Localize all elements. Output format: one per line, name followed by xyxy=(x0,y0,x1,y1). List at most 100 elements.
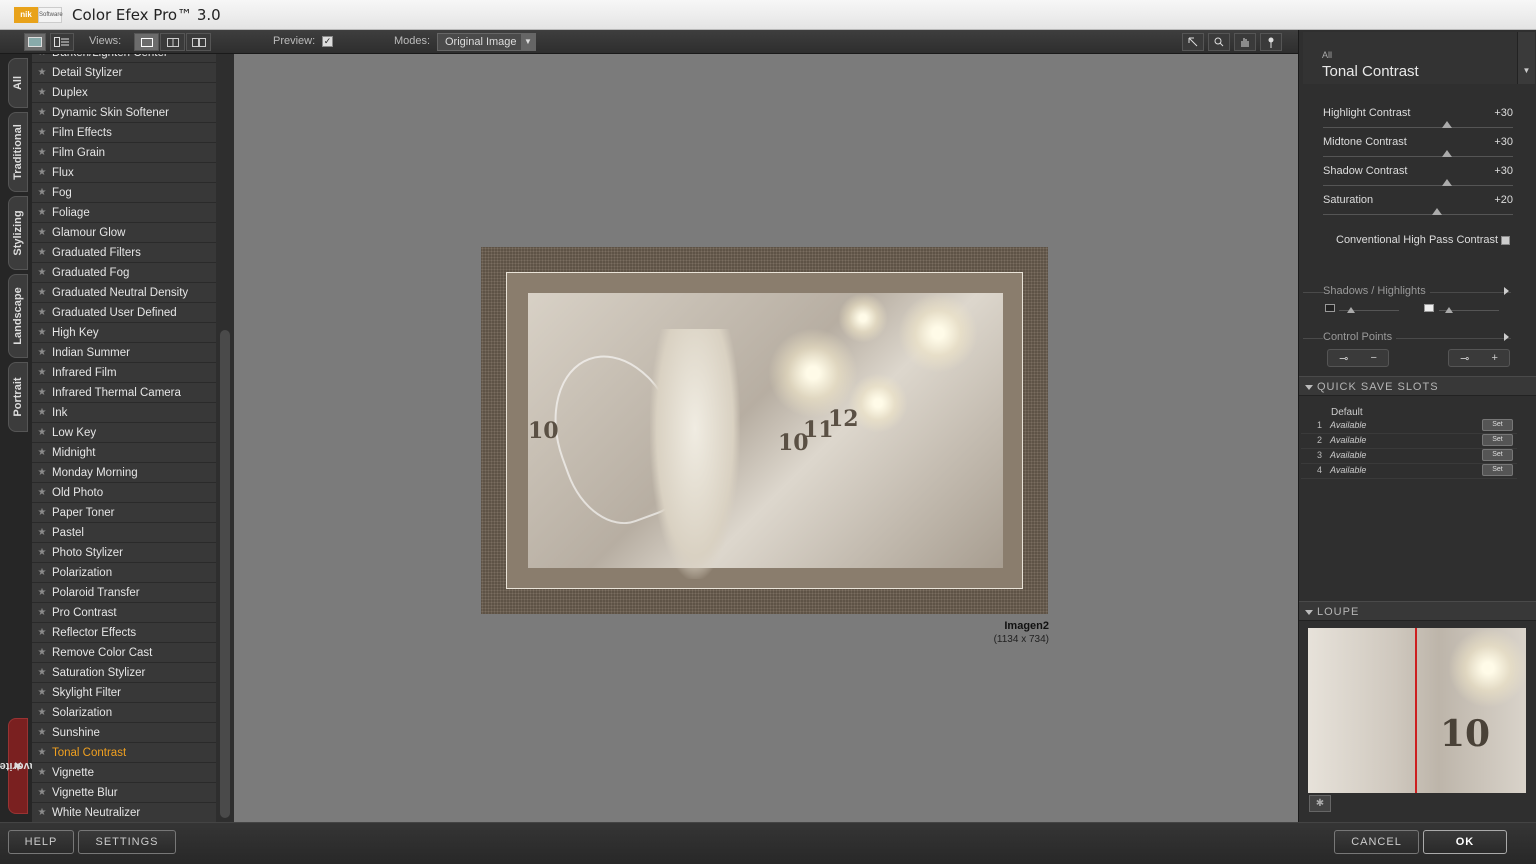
slider-midtone-contrast[interactable]: Midtone Contrast +30 xyxy=(1323,136,1513,164)
filter-item[interactable]: ★ Pro Contrast xyxy=(32,603,216,623)
favorite-star-icon[interactable]: ★ xyxy=(32,727,52,738)
favorite-star-icon[interactable]: ★ xyxy=(32,307,52,318)
favorite-star-icon[interactable]: ★ xyxy=(32,227,52,238)
filter-item[interactable]: ★ Old Photo xyxy=(32,483,216,503)
view-split-button[interactable] xyxy=(160,33,185,51)
slider-shadow-contrast[interactable]: Shadow Contrast +30 xyxy=(1323,165,1513,193)
preview-canvas[interactable]: 10 10 11 12 Imagen2 (1134 x 734) xyxy=(234,54,1298,822)
favorite-star-icon[interactable]: ★ xyxy=(32,587,52,598)
favorite-star-icon[interactable]: ★ xyxy=(32,547,52,558)
favorite-star-icon[interactable]: ★ xyxy=(32,54,52,58)
slider-saturation[interactable]: Saturation +20 xyxy=(1323,194,1513,222)
filter-list-scrollbar[interactable] xyxy=(216,54,234,822)
favorite-star-icon[interactable]: ★ xyxy=(32,507,52,518)
filter-item[interactable]: ★ Detail Stylizer xyxy=(32,63,216,83)
settings-button[interactable]: SETTINGS xyxy=(78,830,176,854)
slider-handle[interactable] xyxy=(1432,208,1442,215)
tab-landscape[interactable]: Landscape xyxy=(8,274,28,358)
filter-item[interactable]: ★ Vignette Blur xyxy=(32,783,216,803)
slider-highlight-contrast[interactable]: Highlight Contrast +30 xyxy=(1323,107,1513,135)
favorite-star-icon[interactable]: ★ xyxy=(32,387,52,398)
favorite-star-icon[interactable]: ★ xyxy=(32,67,52,78)
filter-item[interactable]: ★ Remove Color Cast xyxy=(32,643,216,663)
pointer-tool-button[interactable] xyxy=(1182,33,1204,51)
filter-item[interactable]: ★ Polaroid Transfer xyxy=(32,583,216,603)
slider-track[interactable] xyxy=(1323,214,1513,215)
filter-item[interactable]: ★ Photo Stylizer xyxy=(32,543,216,563)
filter-item[interactable]: ★Darken/Lighten Center xyxy=(32,54,216,63)
quick-save-header[interactable]: QUICK SAVE SLOTS xyxy=(1299,376,1536,396)
filter-item[interactable]: ★ Foliage xyxy=(32,203,216,223)
expand-arrow-icon[interactable] xyxy=(1504,287,1509,295)
filter-item[interactable]: ★ Skylight Filter xyxy=(32,683,216,703)
slider-track[interactable] xyxy=(1323,185,1513,186)
filter-item[interactable]: ★ Saturation Stylizer xyxy=(32,663,216,683)
favorite-star-icon[interactable]: ★ xyxy=(32,87,52,98)
expand-arrow-icon[interactable] xyxy=(1504,333,1509,341)
favorite-star-icon[interactable]: ★ xyxy=(32,567,52,578)
view-side-by-side-button[interactable] xyxy=(186,33,211,51)
filter-item[interactable]: ★ Graduated Neutral Density xyxy=(32,283,216,303)
favorite-star-icon[interactable]: ★ xyxy=(32,447,52,458)
filter-item[interactable]: ★ Pastel xyxy=(32,523,216,543)
slider-handle[interactable] xyxy=(1441,121,1452,128)
slot-set-button[interactable]: Set xyxy=(1482,434,1513,446)
slider-handle[interactable] xyxy=(1441,179,1452,186)
quick-save-slot[interactable]: 3 Available Set xyxy=(1301,449,1517,464)
filter-item[interactable]: ★ Infrared Film xyxy=(32,363,216,383)
tab-traditional[interactable]: Traditional xyxy=(8,112,28,192)
favorite-star-icon[interactable]: ★ xyxy=(32,787,52,798)
favorite-star-icon[interactable]: ★ xyxy=(32,107,52,118)
filter-item[interactable]: ★ Graduated Fog xyxy=(32,263,216,283)
favorite-star-icon[interactable]: ★ xyxy=(32,127,52,138)
help-button[interactable]: HELP xyxy=(8,830,74,854)
filter-item[interactable]: ★ Indian Summer xyxy=(32,343,216,363)
filter-item[interactable]: ★ Film Effects xyxy=(32,123,216,143)
slot-set-button[interactable]: Set xyxy=(1482,419,1513,431)
favorite-star-icon[interactable]: ★ xyxy=(32,407,52,418)
modes-dropdown[interactable]: Original Image ▼ xyxy=(437,33,536,51)
filter-item[interactable]: ★ Polarization xyxy=(32,563,216,583)
slider-track[interactable] xyxy=(1323,127,1513,128)
ok-button[interactable]: OK xyxy=(1423,830,1507,854)
highlights-handle[interactable] xyxy=(1445,307,1453,313)
loupe-view[interactable]: 10 xyxy=(1308,628,1526,793)
favorite-star-icon[interactable]: ★ xyxy=(32,187,52,198)
loupe-header[interactable]: LOUPE xyxy=(1299,601,1536,621)
slot-set-button[interactable]: Set xyxy=(1482,449,1513,461)
favorite-star-icon[interactable]: ★ xyxy=(32,607,52,618)
favorite-star-icon[interactable]: ★ xyxy=(32,207,52,218)
favorite-star-icon[interactable]: ★ xyxy=(32,347,52,358)
filter-item[interactable]: ★ Film Grain xyxy=(32,143,216,163)
favorite-star-icon[interactable]: ★ xyxy=(32,487,52,498)
filter-item[interactable]: ★ Ink xyxy=(32,403,216,423)
filter-item[interactable]: ★ Low Key xyxy=(32,423,216,443)
tab-favorites[interactable]: ★ Favorites xyxy=(0,718,42,814)
filter-item[interactable]: ★ Tonal Contrast xyxy=(32,743,216,763)
favorite-star-icon[interactable]: ★ xyxy=(32,287,52,298)
quick-save-slot[interactable]: 2 Available Set xyxy=(1301,434,1517,449)
filter-item[interactable]: ★ Dynamic Skin Softener xyxy=(32,103,216,123)
tab-all[interactable]: All xyxy=(8,58,28,108)
view-single-button[interactable] xyxy=(134,33,159,51)
favorite-star-icon[interactable]: ★ xyxy=(32,687,52,698)
hand-tool-button[interactable] xyxy=(1234,33,1256,51)
zoom-tool-button[interactable] xyxy=(1208,33,1230,51)
favorite-star-icon[interactable]: ★ xyxy=(32,167,52,178)
filter-item[interactable]: ★ Fog xyxy=(32,183,216,203)
favorite-star-icon[interactable]: ★ xyxy=(32,807,52,818)
slider-handle[interactable] xyxy=(1441,150,1452,157)
quick-save-slot[interactable]: 4 Available Set xyxy=(1301,464,1517,479)
filter-item[interactable]: ★ Solarization xyxy=(32,703,216,723)
remove-control-point-button[interactable]: ⊸ − xyxy=(1327,349,1389,367)
filter-item[interactable]: ★ Graduated User Defined xyxy=(32,303,216,323)
filter-item[interactable]: ★ Vignette xyxy=(32,763,216,783)
favorite-star-icon[interactable]: ★ xyxy=(32,147,52,158)
filter-item[interactable]: ★ Paper Toner xyxy=(32,503,216,523)
add-control-point-button[interactable]: ⊸ + xyxy=(1448,349,1510,367)
tab-stylizing[interactable]: Stylizing xyxy=(8,196,28,270)
favorite-star-icon[interactable]: ★ xyxy=(32,267,52,278)
filter-item[interactable]: ★ Monday Morning xyxy=(32,463,216,483)
filter-item[interactable]: ★ High Key xyxy=(32,323,216,343)
quick-save-slot[interactable]: 1 Available Set xyxy=(1301,419,1517,434)
